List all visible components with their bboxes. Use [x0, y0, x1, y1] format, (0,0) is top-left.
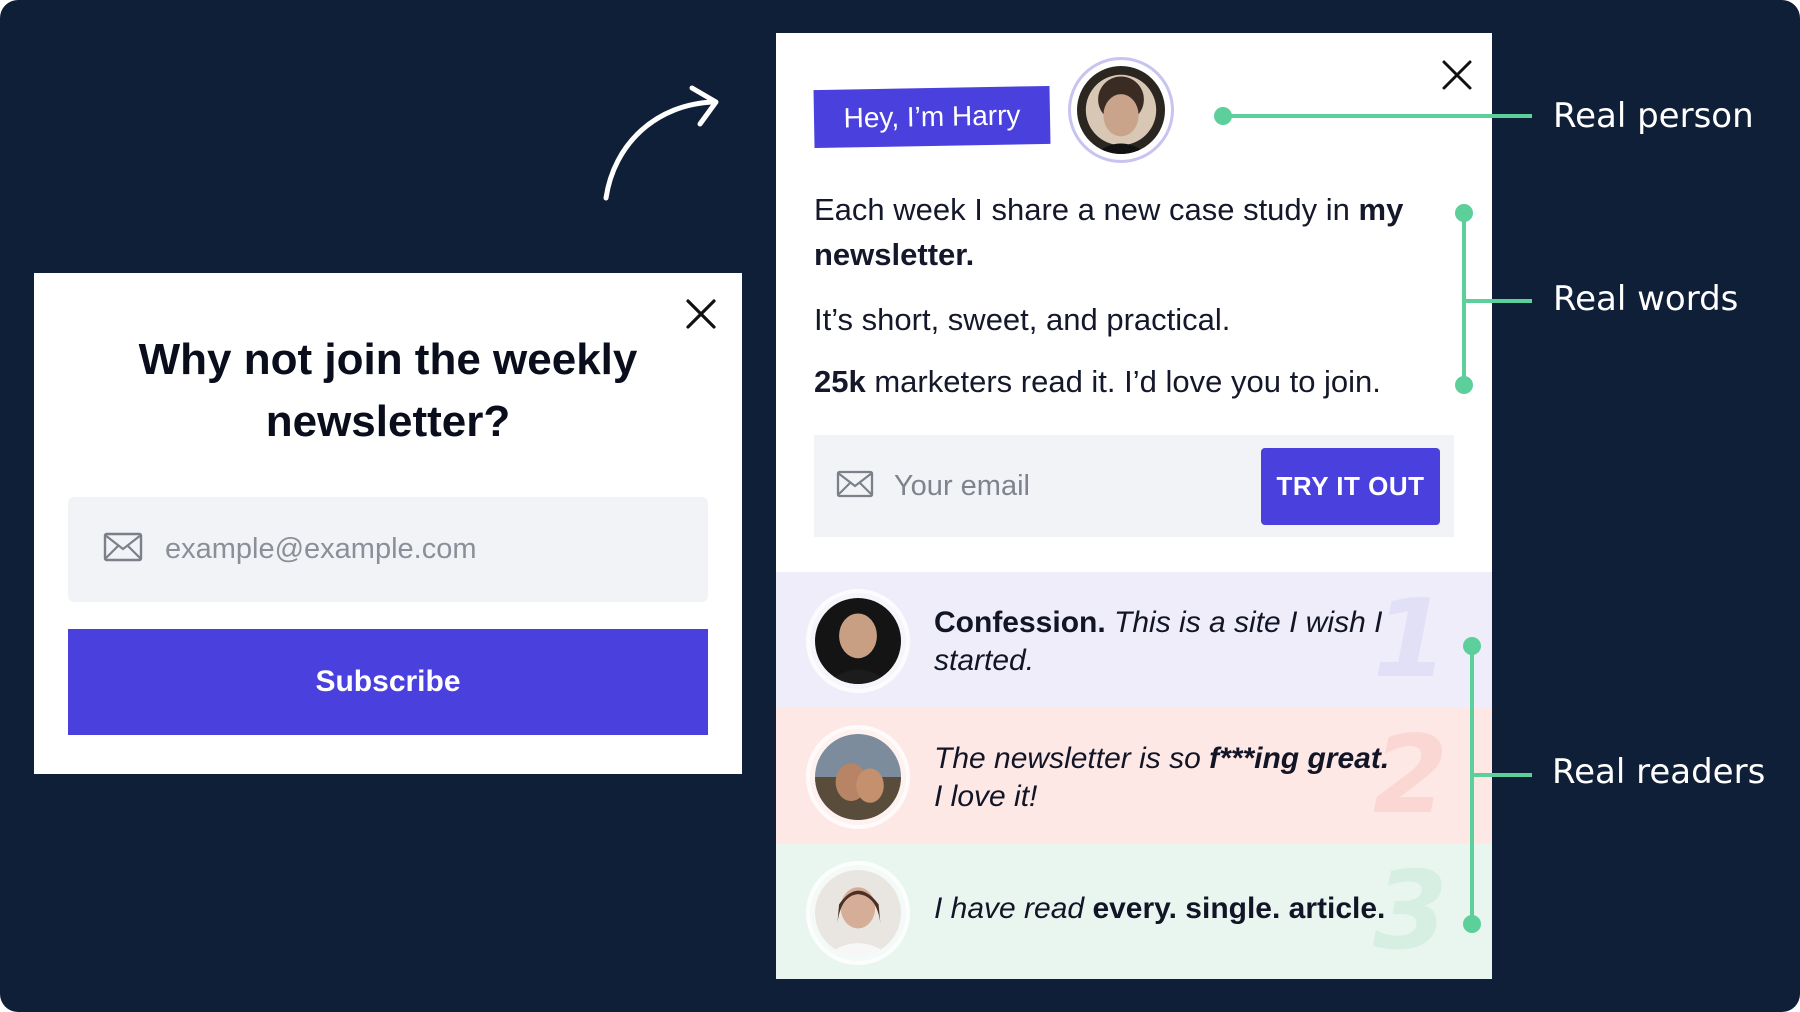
- person-photo-icon: [1077, 66, 1165, 154]
- quote-italic: I have read: [934, 892, 1093, 925]
- testimonial-item: Confession. This is a site I wish I star…: [776, 572, 1492, 708]
- testimonial-item: I have read every. single. article. 3: [776, 844, 1492, 979]
- testimonial-number: 3: [1372, 849, 1448, 974]
- email-input[interactable]: [163, 532, 667, 567]
- close-icon[interactable]: [684, 297, 718, 331]
- annotation-real-readers: Real readers: [1552, 752, 1766, 792]
- personal-newsletter-popup: Hey, I’m Harry Each week I share a new c…: [776, 33, 1492, 979]
- tagline-paragraph: It’s short, sweet, and practical.: [814, 302, 1231, 337]
- quote-bold: every. single. article.: [1092, 892, 1386, 925]
- curved-arrow-icon: [603, 85, 719, 201]
- person-photo-icon: [815, 734, 901, 820]
- annotation-real-person: Real person: [1553, 96, 1754, 136]
- email-input[interactable]: [892, 468, 1226, 504]
- readers-paragraph: 25k marketers read it. I’d love you to j…: [814, 359, 1454, 404]
- avatar: [806, 589, 910, 693]
- testimonial-number: 2: [1372, 713, 1448, 838]
- envelope-icon: [103, 532, 143, 567]
- try-it-out-button[interactable]: TRY IT OUT: [1261, 448, 1440, 525]
- subscribe-button[interactable]: Subscribe: [68, 629, 708, 735]
- testimonial-item: The newsletter is so f***ing great. I lo…: [776, 708, 1492, 844]
- greeting-tag: Hey, I’m Harry: [813, 85, 1051, 149]
- email-field[interactable]: [68, 497, 708, 602]
- testimonial-quote: Confession. This is a site I wish I star…: [934, 604, 1404, 680]
- avatar: [1068, 57, 1174, 163]
- quote-italic: The newsletter is so: [934, 742, 1210, 775]
- avatar: [806, 861, 910, 965]
- person-photo-icon: [815, 598, 901, 684]
- intro-text: Each week I share a new case study in: [814, 192, 1359, 227]
- person-photo-icon: [815, 870, 901, 956]
- testimonial-quote: The newsletter is so f***ing great. I lo…: [934, 740, 1404, 816]
- close-icon[interactable]: [1441, 59, 1473, 91]
- quote-bold: Confession.: [934, 606, 1106, 639]
- annotation-real-words: Real words: [1553, 279, 1739, 319]
- readers-text: marketers read it. I’d love you to join.: [865, 364, 1381, 399]
- slide-canvas: Why not join the weekly newsletter? Subs…: [0, 0, 1800, 1012]
- quote-bold: f***ing great.: [1209, 742, 1390, 775]
- generic-newsletter-popup: Why not join the weekly newsletter? Subs…: [34, 273, 742, 774]
- popup-title: Why not join the weekly newsletter?: [138, 335, 638, 446]
- readers-count: 25k: [814, 364, 866, 399]
- avatar: [806, 725, 910, 829]
- email-field[interactable]: TRY IT OUT: [814, 435, 1454, 537]
- intro-paragraph: Each week I share a new case study in my…: [814, 187, 1434, 277]
- quote-italic: I love it!: [934, 780, 1038, 813]
- envelope-icon: [836, 470, 874, 503]
- testimonial-number: 1: [1372, 577, 1448, 702]
